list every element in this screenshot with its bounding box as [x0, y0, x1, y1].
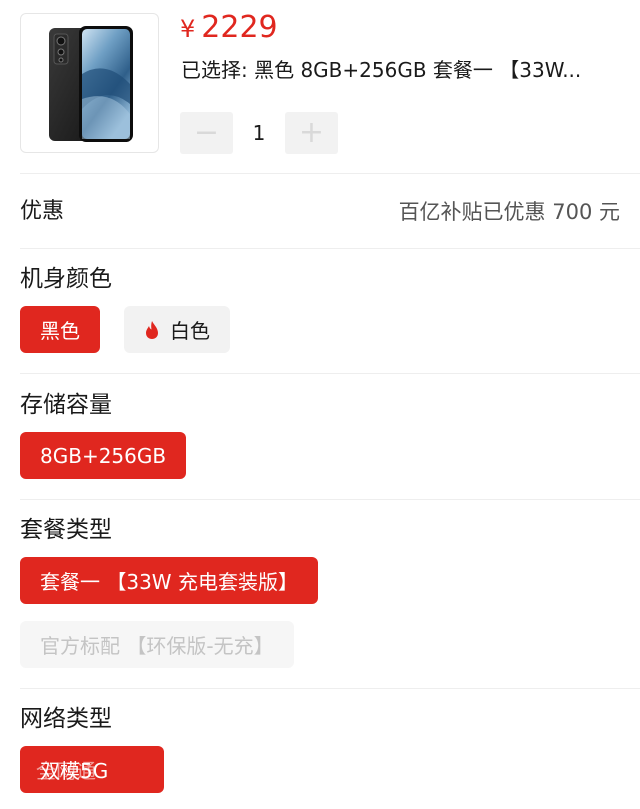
phone-image [49, 26, 133, 142]
quantity-value[interactable]: 1 [233, 112, 285, 154]
promo-value: 百亿补贴已优惠 700 元 [398, 200, 620, 224]
package-option-33w-charger[interactable]: 套餐一 【33W 充电套装版】 [20, 557, 318, 604]
color-option-white[interactable]: 白色 [124, 306, 230, 353]
chip-label: 套餐一 【33W 充电套装版】 [40, 570, 298, 594]
storage-section-title: 存储容量 [20, 392, 112, 418]
chip-label-overlap: 全网通 [36, 759, 96, 783]
sku-selector-page: ¥2229 已选择: 黑色 8GB+256GB 套餐一 【33W... − 1 … [0, 0, 640, 809]
price-value: 2229 [201, 10, 278, 45]
minus-icon: − [193, 115, 220, 150]
storage-option-8gb-256gb[interactable]: 8GB+256GB [20, 432, 187, 479]
plus-icon: + [298, 115, 325, 150]
package-option-eco-no-charger: 官方标配 【环保版-无充】 [20, 621, 294, 668]
currency-symbol: ¥ [180, 15, 196, 43]
quantity-increase-button[interactable]: + [285, 112, 338, 154]
network-option[interactable]: 全网通 双模5G [20, 746, 164, 793]
color-option-black[interactable]: 黑色 [20, 306, 100, 353]
divider [20, 373, 640, 374]
chip-label: 官方标配 【环保版-无充】 [40, 634, 274, 658]
divider [20, 248, 640, 249]
divider [20, 173, 640, 174]
network-section-title: 网络类型 [20, 706, 112, 732]
selected-summary: 已选择: 黑色 8GB+256GB 套餐一 【33W... [181, 58, 582, 82]
price: ¥2229 [180, 8, 278, 49]
chip-label: 黑色 [40, 319, 80, 343]
chip-label: 8GB+256GB [40, 443, 167, 468]
product-thumbnail[interactable] [20, 13, 159, 153]
promo-label: 优惠 [20, 199, 65, 224]
divider [20, 499, 640, 500]
divider [20, 688, 640, 689]
flame-icon [146, 320, 158, 339]
color-section-title: 机身颜色 [20, 266, 112, 292]
quantity-decrease-button[interactable]: − [180, 112, 233, 154]
package-section-title: 套餐类型 [20, 517, 112, 543]
chip-label: 白色 [170, 319, 210, 343]
product-header: ¥2229 已选择: 黑色 8GB+256GB 套餐一 【33W... − 1 … [0, 0, 640, 172]
